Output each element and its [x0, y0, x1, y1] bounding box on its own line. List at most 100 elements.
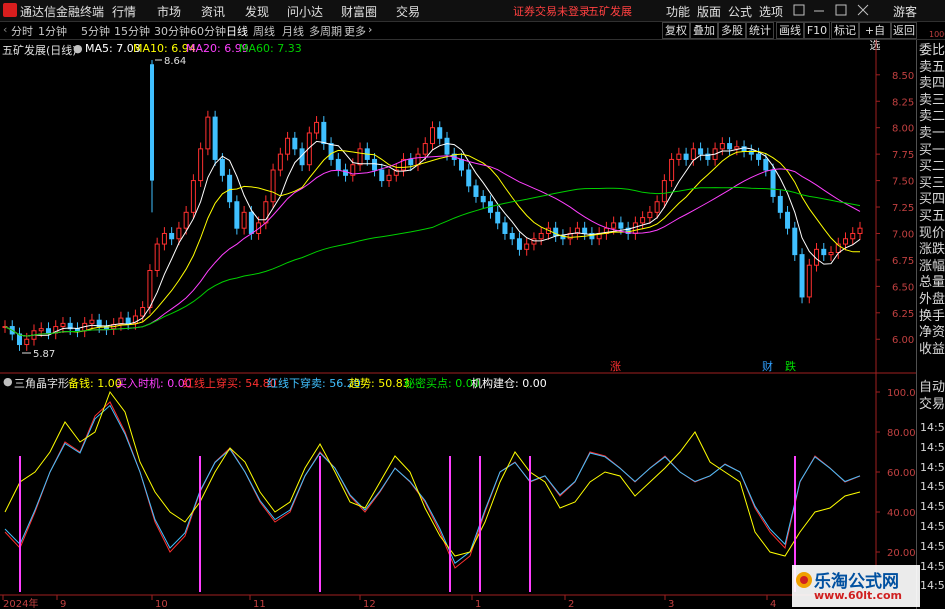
tab-period-daily[interactable]: 日线 — [226, 23, 248, 39]
candle-body-64 — [466, 169, 472, 187]
fuquan-button[interactable]: 复权 — [662, 22, 690, 39]
ind-tick-label-1: 80.00 — [887, 428, 916, 439]
low-price-label: 5.87 — [33, 349, 55, 360]
candle-body-87 — [632, 222, 638, 234]
trend-line — [4, 390, 861, 557]
candle-body-117 — [850, 232, 856, 240]
tab-period-fenshi[interactable]: 分时 — [11, 23, 33, 39]
panel-item-18: 收益 — [919, 341, 945, 357]
huaxian-button[interactable]: 画线 — [776, 22, 804, 39]
menu-faxian[interactable]: 发现 — [245, 3, 269, 20]
tongji-button[interactable]: 统计 — [746, 22, 774, 39]
ind-mairu: 买入时机: 0.00 — [116, 377, 192, 390]
panel-item-7: 买二 — [919, 159, 945, 175]
guest-label[interactable]: 游客 — [893, 3, 917, 20]
candle-body-108 — [785, 211, 791, 229]
tab-period-weekly[interactable]: 周线 — [253, 23, 275, 39]
panel-item-15: 外盘 — [919, 292, 945, 307]
candle-body-27 — [198, 148, 204, 182]
trade-login-warning[interactable]: 证券交易未登录 — [513, 3, 590, 19]
menu-banmian[interactable]: 版面 — [697, 3, 721, 20]
candle-body-65 — [473, 185, 479, 197]
menu-gongneng[interactable]: 功能 — [666, 3, 690, 20]
candle-body-43 — [314, 121, 320, 134]
menu-gongshi[interactable]: 公式 — [728, 3, 752, 20]
ind-qushi: 趋势: 50.83 — [349, 377, 410, 390]
add-watchlist-button[interactable]: +自选 — [859, 22, 891, 52]
panel-item-5: 卖一 — [919, 126, 945, 141]
tab-period-monthly[interactable]: 月线 — [282, 23, 304, 39]
candle-body-32 — [234, 201, 240, 229]
candle-body-89 — [647, 211, 653, 219]
candle-body-93 — [676, 153, 682, 160]
price-tick-label-2: 8.00 — [892, 124, 914, 135]
candle-body-30 — [219, 158, 225, 176]
candle-body-74 — [538, 232, 544, 240]
candle-body-96 — [698, 148, 704, 155]
ma10-line — [4, 149, 860, 337]
date-label-8: 4 — [770, 599, 776, 609]
panel-item-21: 14:56 — [920, 421, 945, 434]
tab-period-1min[interactable]: 1分钟 — [38, 23, 67, 39]
panel-item-3: 卖三 — [919, 92, 945, 108]
menu-hangqing[interactable]: 行情 — [112, 3, 136, 20]
candle-body-56 — [408, 158, 414, 166]
panel-item-17: 净资 — [919, 325, 945, 341]
window-control-icons — [793, 4, 869, 16]
candle-body-60 — [437, 127, 443, 139]
f10-button[interactable]: F10 — [804, 22, 830, 39]
panel-item-29: 14:56 — [920, 579, 945, 593]
biaoji-button[interactable]: 标记 — [831, 22, 859, 39]
panel-item-13: 涨幅 — [919, 258, 945, 274]
panel-top-label: 10000 — [929, 30, 945, 39]
blue-line — [4, 404, 861, 564]
candle-body-69 — [502, 222, 508, 234]
price-tick-label-6: 7.00 — [892, 229, 914, 240]
tab-period-5min[interactable]: 5分钟 — [81, 23, 110, 39]
candle-body-37 — [270, 169, 276, 203]
tab-period-multi[interactable]: 多周期 — [309, 23, 342, 39]
price-tick-label-0: 8.50 — [892, 71, 914, 82]
menu-jiaoyi[interactable]: 交易 — [396, 3, 420, 20]
back-button[interactable]: 返回 — [891, 22, 917, 39]
date-label-6: 2 — [568, 599, 574, 609]
candle-body-114 — [828, 252, 834, 256]
candle-body-17 — [125, 317, 131, 324]
high-price-label: 8.64 — [164, 56, 186, 67]
tab-period-more[interactable]: 更多 — [344, 23, 366, 39]
menu-caifuquan[interactable]: 财富圈 — [341, 3, 377, 20]
panel-item-20: 交易 — [919, 397, 945, 412]
tab-period-30min[interactable]: 30分钟 — [154, 23, 190, 39]
candle-body-20 — [147, 269, 153, 309]
red-line — [4, 401, 861, 569]
panel-item-11: 现价 — [919, 225, 945, 241]
price-tick-label-9: 6.25 — [892, 309, 914, 320]
candle-body-71 — [516, 238, 522, 250]
watermark-logo-icon — [796, 572, 812, 588]
menu-zixun[interactable]: 资讯 — [201, 3, 225, 20]
more-chevron-icon[interactable]: › — [368, 23, 372, 36]
quote-side-panel: 10000 委比卖五卖四卖三卖二卖一买一买二买三买四买五现价涨跌涨幅总量外盘换手… — [916, 30, 945, 609]
indicator-circle-icon[interactable]: ● — [3, 375, 13, 388]
candle-body-39 — [285, 137, 291, 155]
candle-body-113 — [821, 248, 827, 256]
candle-body-88 — [640, 217, 646, 224]
price-tick-label-8: 6.50 — [892, 282, 914, 293]
menu-shichang[interactable]: 市场 — [157, 3, 181, 20]
toolbar-prev-icon[interactable]: ‹ — [3, 23, 7, 36]
date-label-4: 12 — [363, 599, 376, 609]
duogu-button[interactable]: 多股 — [718, 22, 746, 39]
diejia-button[interactable]: 叠加 — [690, 22, 718, 39]
date-label-0: 2024年 — [3, 597, 38, 609]
candle-body-23 — [169, 232, 175, 240]
spike-body — [150, 64, 154, 181]
ind-jigou: 机构建仓: 0.00 — [471, 377, 547, 390]
tab-period-15min[interactable]: 15分钟 — [114, 23, 150, 39]
kline-chart[interactable]: 8.50 8.25 8.00 7.75 7.50 7.25 7.00 6.75 6.50 6.25… — [0, 40, 916, 609]
candle-body-6 — [45, 328, 51, 334]
tab-period-60min[interactable]: 60分钟 — [190, 23, 226, 39]
menu-xuanxiang[interactable]: 选项 — [759, 3, 783, 20]
menu-wenxiaoda[interactable]: 问小达 — [287, 3, 323, 20]
candle-body-105 — [763, 158, 769, 171]
panel-item-0: 委比 — [919, 43, 945, 58]
